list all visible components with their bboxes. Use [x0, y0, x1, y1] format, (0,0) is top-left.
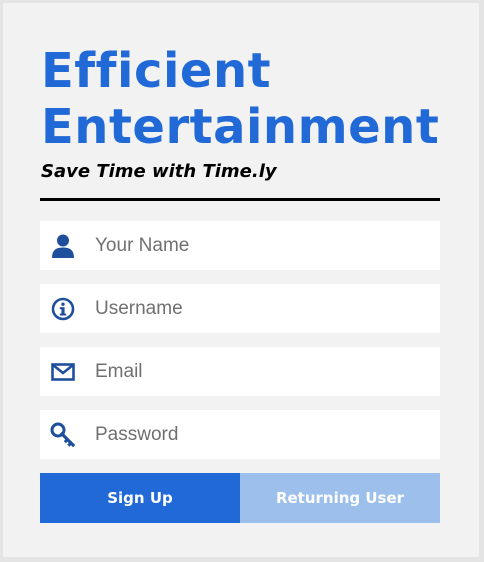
name-input[interactable] [95, 221, 430, 270]
password-field[interactable] [40, 410, 440, 459]
person-icon [50, 233, 76, 259]
username-input[interactable] [95, 284, 430, 333]
returning-user-button[interactable]: Returning User [240, 473, 440, 523]
sign-up-button[interactable]: Sign Up [40, 473, 240, 523]
password-input[interactable] [95, 410, 430, 459]
divider [40, 198, 440, 201]
app-title: Efficient Entertainment [41, 43, 439, 155]
email-field[interactable] [40, 347, 440, 396]
tagline: Save Time with Time.ly [41, 161, 277, 182]
signup-panel: Efficient Entertainment Save Time with T… [3, 3, 479, 557]
envelope-icon [50, 359, 76, 385]
key-icon [50, 422, 76, 448]
username-field[interactable] [40, 284, 440, 333]
app-title-line-1: Efficient [41, 43, 272, 99]
name-field[interactable] [40, 221, 440, 270]
app-title-line-2: Entertainment [41, 99, 440, 155]
info-icon [50, 296, 76, 322]
email-input[interactable] [95, 347, 430, 396]
